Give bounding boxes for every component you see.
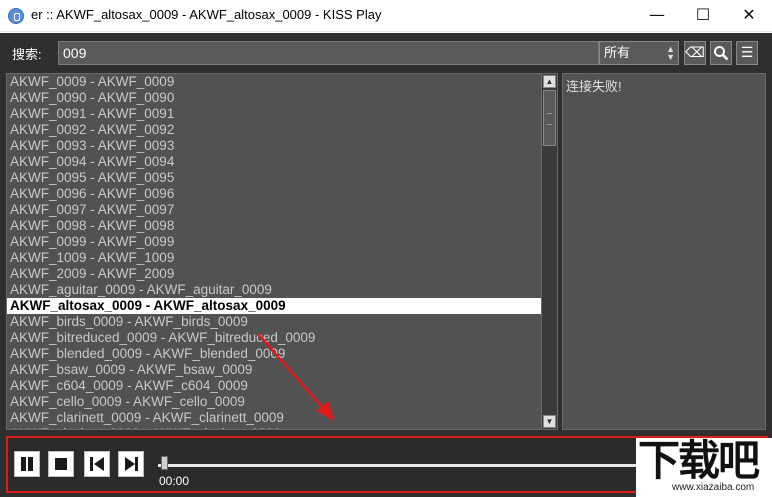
stop-button[interactable]	[48, 451, 74, 477]
app-icon	[8, 8, 24, 24]
seek-handle[interactable]	[161, 456, 168, 470]
connection-status: 连接失败!	[566, 79, 622, 94]
search-icon	[714, 46, 729, 61]
menu-icon: ☰	[740, 45, 754, 61]
watermark-url: www.xiazaiba.com	[672, 482, 755, 493]
track-item[interactable]: AKWF_0090 - AKWF_0090	[7, 90, 543, 106]
track-item[interactable]: AKWF_0092 - AKWF_0092	[7, 122, 543, 138]
track-item[interactable]: AKWF_0093 - AKWF_0093	[7, 138, 543, 154]
track-item[interactable]: AKWF_0091 - AKWF_0091	[7, 106, 543, 122]
search-label: 搜索:	[12, 47, 42, 62]
scroll-up-button[interactable]: ▲	[543, 75, 556, 88]
track-list: AKWF_0009 - AKWF_0009 AKWF_0090 - AKWF_00…	[7, 74, 543, 429]
track-item[interactable]: AKWF_blended_0009 - AKWF_blended_0009	[7, 346, 543, 362]
track-item[interactable]: AKWF_0096 - AKWF_0096	[7, 186, 543, 202]
track-item[interactable]: AKWF_1009 - AKWF_1009	[7, 250, 543, 266]
track-item[interactable]: AKWF_clarinett_0009 - AKWF_clarinett_000…	[7, 410, 543, 426]
watermark-text: 下载吧	[638, 436, 760, 485]
info-panel: 连接失败!	[562, 73, 766, 430]
next-button[interactable]	[118, 451, 144, 477]
track-item[interactable]: AKWF_2009 - AKWF_2009	[7, 266, 543, 282]
minimize-button[interactable]: —	[634, 0, 680, 30]
playlist-scrollbar[interactable]: ▲ ▼	[541, 74, 557, 429]
menu-button[interactable]: ☰	[736, 41, 758, 65]
filter-select[interactable]: 所有 ▲ ▼	[599, 41, 679, 65]
previous-button[interactable]	[84, 451, 110, 477]
filter-select-value: 所有	[604, 45, 631, 60]
title-bar: er :: AKWF_altosax_0009 - AKWF_altosax_0…	[0, 0, 772, 32]
track-item[interactable]: AKWF_0094 - AKWF_0094	[7, 154, 543, 170]
track-item[interactable]: AKWF_0099 - AKWF_0099	[7, 234, 543, 250]
track-item[interactable]: AKWF_clavinet_0009 - AKWF_clavinet_0009	[7, 426, 543, 429]
window-title: er :: AKWF_altosax_0009 - AKWF_altosax_0…	[31, 7, 382, 22]
player-window: 搜索: 009 所有 ▲ ▼ ⌫ ☰ AKWF_0009 - AKWF_0009 A…	[0, 33, 772, 497]
search-input[interactable]: 009	[58, 41, 599, 65]
pause-button[interactable]	[14, 451, 40, 477]
search-bar: 搜索: 009 所有 ▲ ▼ ⌫ ☰	[6, 40, 766, 66]
close-button[interactable]: ✕	[726, 0, 772, 30]
track-item[interactable]: AKWF_0097 - AKWF_0097	[7, 202, 543, 218]
scroll-thumb[interactable]	[543, 90, 556, 146]
watermark-logo: 下载吧 www.xiazaiba.com	[636, 438, 772, 497]
track-item[interactable]: AKWF_aguitar_0009 - AKWF_aguitar_0009	[7, 282, 543, 298]
track-item[interactable]: AKWF_bitreduced_0009 - AKWF_bitreduced_0…	[7, 330, 543, 346]
up-down-arrows-icon: ▲ ▼	[666, 44, 675, 62]
track-item[interactable]: AKWF_bsaw_0009 - AKWF_bsaw_0009	[7, 362, 543, 378]
playlist[interactable]: AKWF_0009 - AKWF_0009 AKWF_0090 - AKWF_00…	[6, 73, 558, 430]
track-item[interactable]: AKWF_cello_0009 - AKWF_cello_0009	[7, 394, 543, 410]
track-item-selected[interactable]: AKWF_altosax_0009 - AKWF_altosax_0009	[7, 298, 543, 314]
backspace-icon: ⌫	[685, 45, 705, 61]
track-item[interactable]: AKWF_birds_0009 - AKWF_birds_0009	[7, 314, 543, 330]
grip-icon	[547, 113, 552, 125]
scroll-down-button[interactable]: ▼	[543, 415, 556, 428]
seek-bar[interactable]	[158, 464, 638, 467]
stop-icon	[55, 458, 67, 470]
track-item[interactable]: AKWF_c604_0009 - AKWF_c604_0009	[7, 378, 543, 394]
search-button[interactable]	[710, 41, 732, 65]
track-item[interactable]: AKWF_0095 - AKWF_0095	[7, 170, 543, 186]
clear-search-button[interactable]: ⌫	[684, 41, 706, 65]
maximize-button[interactable]: ☐	[680, 0, 726, 30]
track-item[interactable]: AKWF_0098 - AKWF_0098	[7, 218, 543, 234]
track-item[interactable]: AKWF_0009 - AKWF_0009	[7, 74, 543, 90]
elapsed-time: 00:00	[159, 474, 190, 488]
